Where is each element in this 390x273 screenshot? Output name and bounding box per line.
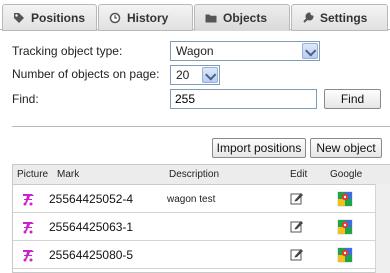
tab-positions[interactable]: Positions <box>2 4 97 31</box>
table-row: 25564425063-1 <box>13 214 390 241</box>
find-button[interactable]: Find <box>324 89 381 109</box>
tag-icon <box>14 12 24 23</box>
wagon-icon <box>23 194 34 206</box>
table-header: Picture Mark Description Edit Google <box>13 165 390 185</box>
per-page-select[interactable]: 20 <box>170 65 220 85</box>
objects-table: Picture Mark Description Edit Google 255… <box>12 164 390 273</box>
wagon-icon <box>23 250 34 262</box>
edit-icon[interactable] <box>290 191 304 205</box>
table-scrollbar[interactable] <box>375 184 390 273</box>
tab-history-label: History <box>127 10 169 25</box>
import-positions-button[interactable]: Import positions <box>212 138 306 158</box>
edit-icon[interactable] <box>290 247 304 261</box>
google-maps-icon[interactable] <box>336 190 354 208</box>
chevron-down-icon[interactable] <box>202 67 218 83</box>
tracking-type-value: Wagon <box>176 44 214 58</box>
table-row: 25564425052-4 wagon test <box>13 186 390 213</box>
row-description: wagon test <box>167 194 216 205</box>
header-picture: Picture <box>17 169 49 180</box>
clock-icon <box>109 12 121 23</box>
objects-panel: Positions History Objects Settings Track… <box>0 0 390 273</box>
header-description: Description <box>169 169 220 180</box>
row-mark[interactable]: 25564425080-5 <box>49 248 133 262</box>
tracking-type-select[interactable]: Wagon <box>170 41 320 61</box>
wrench-icon <box>303 11 314 23</box>
tracking-type-label: Tracking object type: <box>12 44 123 58</box>
section-divider <box>12 126 390 127</box>
row-mark[interactable]: 25564425063-1 <box>49 220 133 234</box>
tab-objects[interactable]: Objects <box>194 4 290 31</box>
tab-settings-label: Settings <box>320 10 368 25</box>
new-object-button[interactable]: New object <box>310 138 382 158</box>
google-maps-icon[interactable] <box>336 246 354 264</box>
table-row: 25564425080-5 <box>13 242 390 269</box>
find-label: Find: <box>12 92 39 106</box>
folder-icon <box>205 14 217 22</box>
tab-positions-label: Positions <box>31 10 86 25</box>
row-mark[interactable]: 25564425052-4 <box>49 192 133 206</box>
header-edit: Edit <box>290 169 308 180</box>
chevron-down-icon[interactable] <box>302 43 318 59</box>
tab-bar: Positions History Objects Settings <box>0 0 390 31</box>
header-google: Google <box>330 169 363 180</box>
edit-icon[interactable] <box>290 219 304 233</box>
find-input[interactable] <box>170 89 317 109</box>
per-page-label: Number of objects on page: <box>12 67 160 81</box>
tab-history[interactable]: History <box>98 4 193 31</box>
tab-settings[interactable]: Settings <box>291 4 388 31</box>
header-mark: Mark <box>57 169 80 180</box>
wagon-icon <box>23 222 34 234</box>
tab-objects-label: Objects <box>223 10 268 25</box>
google-maps-icon[interactable] <box>336 218 354 236</box>
per-page-value: 20 <box>176 68 190 82</box>
